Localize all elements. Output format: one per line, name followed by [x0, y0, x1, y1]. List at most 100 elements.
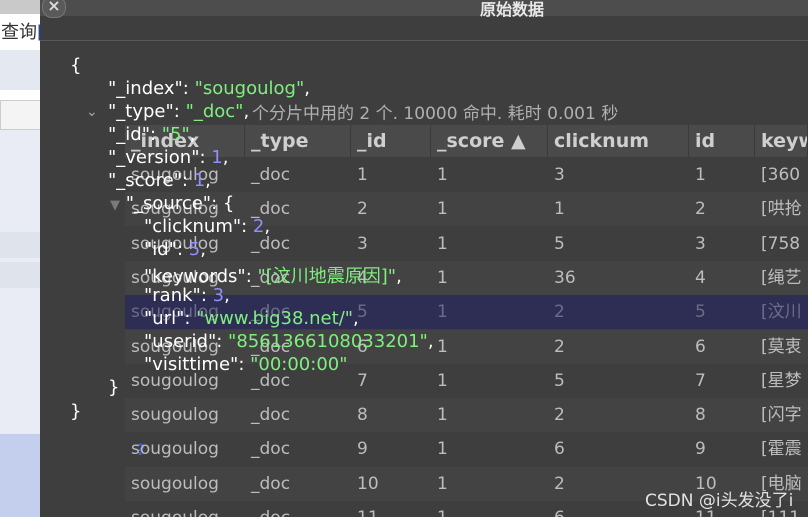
column-header[interactable]: clicknum [548, 125, 689, 157]
table-cell: 6 [554, 439, 565, 460]
table-row[interactable]: sougoulog _doc 1 1 3 1 [360 [125, 158, 808, 192]
table-header: _index _type _id _score ▲ clicknum id ke… [125, 125, 808, 157]
chevron-down-icon[interactable]: ⌄ [86, 104, 98, 120]
table-cell: 1 [437, 165, 448, 185]
table-row[interactable]: sougoulog _doc 4 1 36 4 [绳艺 [125, 260, 808, 295]
table-cell: sougoulog [131, 267, 219, 288]
table-cell: _doc [251, 439, 291, 460]
table-cell: [星梦 [761, 370, 802, 391]
table-cell: 1 [437, 336, 448, 357]
table-cell: _doc [251, 199, 291, 220]
table-cell: 9 [357, 439, 368, 460]
table-cell: 1 [437, 267, 448, 288]
table-cell: _doc [251, 405, 291, 426]
json-brace: { [70, 55, 82, 76]
table-cell: _doc [251, 473, 291, 494]
table-cell: 2 [357, 199, 368, 220]
table-cell: 1 [357, 165, 368, 185]
table-cell: 5 [554, 370, 565, 391]
table-cell: 8 [357, 405, 368, 426]
table-cell: _doc [251, 336, 291, 357]
table-row[interactable]: sougoulog _doc 6 1 2 6 [莫衷 [125, 329, 808, 364]
left-row [0, 50, 40, 90]
table-cell: [闪字 [761, 405, 802, 426]
table-cell: sougoulog [131, 473, 219, 494]
table-row[interactable]: sougoulog _doc 7 1 5 7 [星梦 [125, 364, 808, 398]
search-status: 个分片中用的 2 个. 10000 命中. 耗时 0.001 秒 [252, 104, 619, 124]
table-cell: sougoulog [131, 302, 219, 323]
table-cell: 6 [357, 336, 368, 357]
table-cell: sougoulog [131, 439, 219, 460]
table-row[interactable]: sougoulog _doc 2 1 1 2 [哄抢 [125, 192, 808, 227]
table-cell: 1 [437, 233, 448, 254]
table-cell: 1 [437, 302, 448, 323]
table-cell: _doc [245, 501, 351, 517]
background-panel: 查询[+] [0, 0, 40, 517]
table-cell: 3 [695, 233, 706, 254]
table-cell: 5 [357, 302, 368, 323]
table-cell: 1 [437, 405, 448, 426]
table-cell: _doc [251, 370, 291, 391]
table-cell: 4 [357, 267, 368, 288]
column-header[interactable]: _type [245, 125, 351, 157]
table-cell: 10 [357, 473, 379, 494]
table-cell: sougoulog [131, 370, 219, 391]
table-cell: 2 [695, 199, 706, 220]
table-cell: 3 [554, 165, 565, 185]
table-row[interactable]: sougoulog _doc 5 1 2 5 [汶川 [125, 295, 808, 330]
table-row[interactable]: sougoulog _doc 3 1 5 3 [758 [125, 227, 808, 261]
table-cell: [758 [761, 233, 801, 254]
table-cell: _doc [251, 165, 291, 185]
column-header[interactable]: _index [125, 125, 245, 157]
table-cell: sougoulog [131, 165, 219, 185]
table-cell: _doc [251, 233, 291, 254]
json-line: "_type": "_doc", [108, 101, 250, 122]
left-selected-row[interactable] [0, 434, 40, 517]
dialog-titlebar [40, 0, 808, 16]
close-button[interactable]: × [42, 0, 66, 18]
column-header[interactable]: id [689, 125, 755, 157]
query-tab[interactable]: 查询[+] [1, 18, 40, 44]
table-cell: _doc [251, 302, 291, 323]
dialog-title: 原始数据 [480, 0, 545, 19]
column-header[interactable]: _id [351, 125, 431, 157]
table-cell: sougoulog [131, 405, 219, 426]
table-cell: [哄抢 [761, 199, 802, 220]
table-cell: sougoulog [131, 199, 219, 220]
left-field[interactable] [0, 232, 40, 258]
divider [40, 40, 808, 41]
table-cell: 1 [431, 501, 548, 517]
table-cell: 1 [437, 473, 448, 494]
table-cell: 1 [437, 199, 448, 220]
json-brace: } [70, 401, 82, 422]
table-cell: 4 [695, 267, 706, 288]
left-field[interactable] [0, 262, 40, 288]
table-cell: 6 [695, 336, 706, 357]
left-input[interactable] [0, 100, 40, 130]
table-cell: [霍震 [761, 439, 802, 460]
column-header[interactable]: keyw [755, 125, 808, 157]
table-cell: 7 [357, 370, 368, 391]
table-cell: 3 [357, 233, 368, 254]
table-cell: 2 [554, 336, 565, 357]
table-cell: 11 [351, 501, 431, 517]
table-cell: 1 [437, 370, 448, 391]
table-row[interactable]: sougoulog _doc 8 1 2 8 [闪字 [125, 398, 808, 433]
table-cell: 1 [695, 165, 706, 185]
table-cell: _doc [251, 267, 291, 288]
collapse-triangle-icon[interactable]: ▼ [110, 198, 120, 213]
table-cell: [绳艺 [761, 267, 802, 288]
table-cell: [360 [761, 165, 801, 185]
table-cell: 2 [554, 302, 565, 323]
raw-data-dialog: × 原始数据 ⌄ 个分片中用的 2 个. 10000 命中. 耗时 0.001 … [40, 0, 808, 517]
table-row[interactable]: sougoulog _doc 9 1 6 9 [霍震 [125, 432, 808, 466]
table-cell: sougoulog [131, 233, 219, 254]
table-cell: 5 [695, 302, 706, 323]
query-label: 查询 [1, 22, 37, 43]
left-toolbar [0, 0, 40, 14]
table-cell: 1 [554, 199, 565, 220]
table-cell: 1 [437, 439, 448, 460]
column-header[interactable]: _score ▲ [431, 125, 548, 157]
table-cell: 9 [695, 439, 706, 460]
close-icon: × [47, 0, 61, 15]
